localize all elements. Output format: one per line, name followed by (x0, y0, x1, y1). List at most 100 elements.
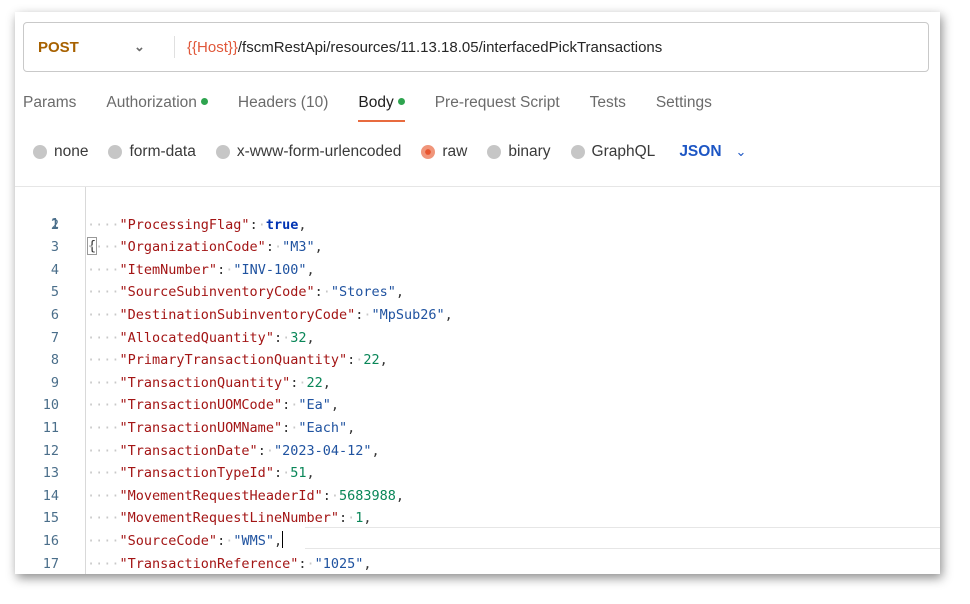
code-text: ····"OrganizationCode":·"M3", (87, 236, 323, 258)
tab-label: Authorization (106, 94, 197, 111)
json-value: "Stores" (330, 284, 396, 301)
code-text: ····"TransactionUOMName":·"Each", (87, 417, 355, 439)
tab-authorization[interactable]: Authorization (106, 94, 208, 122)
colon: : (282, 420, 291, 436)
code-line: 5 ····"SourceSubinventoryCode":·"Stores", (15, 281, 940, 303)
tab-body[interactable]: Body (358, 94, 406, 122)
code-line: 3 ····"OrganizationCode":·"M3", (15, 236, 940, 258)
code-text: ····"PrimaryTransactionQuantity":·22, (87, 349, 388, 371)
code-editor[interactable]: 1 { 2 ····"ProcessingFlag":·true, 3 ····"Or… (15, 186, 940, 574)
code-line: 12 ····"TransactionDate":·"2023-04-12", (15, 440, 940, 462)
radio-label: none (54, 143, 89, 160)
json-key: "SourceSubinventoryCode" (119, 284, 315, 301)
indent-dots: ···· (87, 465, 120, 482)
code-line: 14 ····"MovementRequestHeaderId":·5683988… (15, 485, 940, 507)
code-line: 6 ····"DestinationSubinventoryCode":·"MpS… (15, 304, 940, 326)
request-tabs: Params Authorization Headers (10) Body P… (23, 94, 742, 126)
json-value: "1025" (314, 555, 364, 572)
tab-headers[interactable]: Headers (10) (238, 94, 328, 122)
json-value: 51 (290, 465, 307, 482)
comma: , (379, 352, 388, 369)
format-select[interactable]: JSON ⌄ (675, 143, 746, 161)
json-key: "TransactionUOMCode" (119, 397, 283, 414)
indent-dots: ···· (87, 555, 120, 572)
code-line: 7 ····"AllocatedQuantity":·32, (15, 327, 940, 349)
colon: : (314, 284, 323, 301)
comma: , (395, 487, 405, 504)
comma: , (306, 261, 315, 278)
code-text: ····"TransactionTypeId":·51, (87, 462, 315, 484)
tab-label: Settings (655, 94, 712, 111)
tab-label: Body (358, 94, 394, 111)
body-type-raw[interactable]: raw (421, 143, 467, 161)
line-number: 17 (42, 555, 59, 572)
status-dot-icon (200, 98, 208, 105)
url-bar: POST ⌄ {{Host}}/fscmRestApi/resources/11… (23, 22, 929, 72)
body-type-none[interactable]: none (33, 143, 88, 161)
tab-params[interactable]: Params (23, 94, 76, 122)
colon: : (217, 533, 226, 549)
comma: , (363, 555, 372, 572)
code-line: 15 ····"MovementRequestLineNumber":·1, (15, 507, 940, 529)
line-number: 2 (50, 216, 59, 233)
json-key: "MovementRequestHeaderId" (119, 487, 323, 504)
space-dot: · (363, 307, 372, 323)
code-line: 10 ····"TransactionUOMCode":·"Ea", (15, 394, 940, 416)
json-value: "2023-04-12" (273, 442, 372, 459)
json-key: "AllocatedQuantity" (119, 329, 274, 346)
colon: : (249, 216, 258, 233)
colon: : (347, 352, 356, 369)
line-number: 9 (50, 374, 59, 391)
comma: , (306, 465, 315, 482)
url-path: /fscmRestApi/resources/11.13.18.05/inter… (237, 38, 663, 56)
url-variable: {{Host}} (187, 38, 238, 56)
indent-dots: ···· (87, 352, 120, 369)
radio-icon (570, 145, 585, 159)
code-line: 11 ····"TransactionUOMName":·"Each", (15, 417, 940, 439)
code-text: ····"TransactionDate":·"2023-04-12", (87, 440, 380, 462)
text-cursor (282, 531, 284, 548)
indent-dots: ···· (87, 510, 120, 527)
code-line: 4 ····"ItemNumber":·"INV-100", (15, 259, 940, 281)
body-type-graphql[interactable]: GraphQL (570, 143, 655, 161)
code-line: 16 ····"SourceCode":·"WMS", (15, 530, 940, 552)
tab-label: Headers (237, 94, 297, 111)
headers-count: (10) (300, 94, 329, 111)
space-dot: · (306, 555, 315, 572)
comma: , (363, 510, 372, 527)
json-value: 22 (363, 352, 380, 369)
code-text: ····"TransactionReference":·"1025", (87, 553, 372, 574)
indent-dots: ···· (87, 397, 120, 414)
code-text: ····"ItemNumber":·"INV-100", (87, 259, 315, 281)
body-type-urlencoded[interactable]: x-www-form-urlencoded (215, 143, 401, 161)
indent-dots: ···· (87, 239, 120, 256)
code-text: ····"SourceCode":·"WMS", (87, 530, 284, 552)
json-key: "DestinationSubinventoryCode" (119, 307, 356, 323)
radio-label: binary (508, 143, 551, 160)
json-value: "Each" (298, 420, 348, 436)
code-line: 8 ····"PrimaryTransactionQuantity":·22, (15, 349, 940, 371)
tab-settings[interactable]: Settings (656, 94, 712, 122)
indent-dots: ···· (87, 216, 120, 233)
indent-dots: ···· (87, 329, 120, 346)
json-value: "Ea" (298, 397, 331, 414)
body-type-options: none form-data x-www-form-urlencoded raw… (33, 140, 766, 164)
comma: , (322, 374, 331, 391)
body-type-form-data[interactable]: form-data (108, 143, 196, 161)
tab-tests[interactable]: Tests (590, 94, 626, 122)
comma: , (298, 216, 307, 233)
json-key: "TransactionUOMName" (119, 420, 283, 436)
space-dot: · (257, 216, 266, 233)
method-select[interactable]: POST ⌄ (24, 39, 174, 56)
url-input[interactable]: {{Host}}/fscmRestApi/resources/11.13.18.… (187, 39, 662, 56)
method-label: POST (38, 38, 79, 56)
tab-pre-request-script[interactable]: Pre-request Script (435, 94, 560, 122)
indent-dots: ···· (87, 533, 120, 549)
comma: , (395, 284, 405, 301)
code-text: ····"AllocatedQuantity":·32, (87, 327, 315, 349)
json-value: 22 (306, 374, 323, 391)
request-panel: POST ⌄ {{Host}}/fscmRestApi/resources/11… (15, 12, 940, 574)
json-value: "M3" (282, 239, 315, 256)
comma: , (444, 307, 453, 323)
body-type-binary[interactable]: binary (487, 143, 551, 161)
